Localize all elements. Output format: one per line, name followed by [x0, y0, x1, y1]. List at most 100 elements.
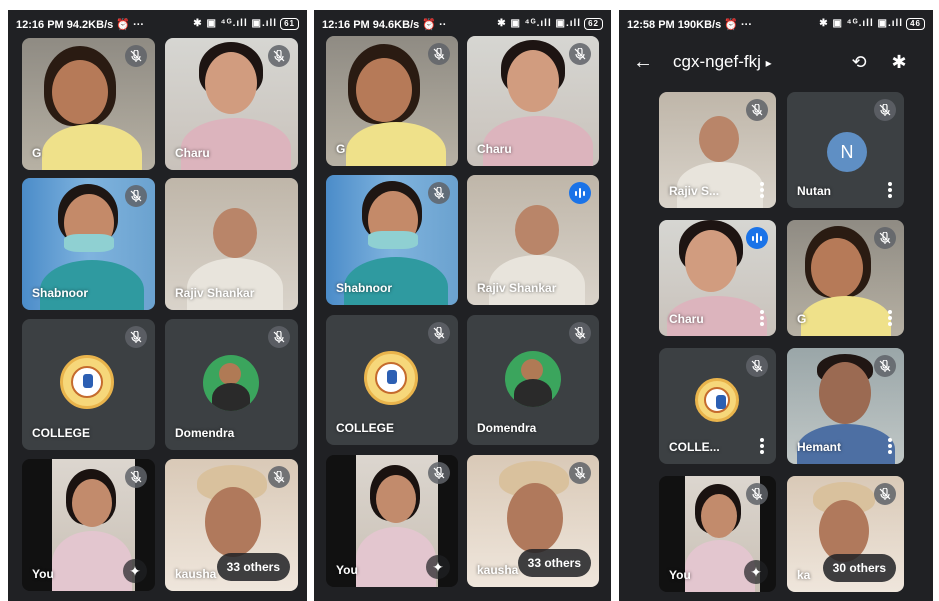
participant-tile-charu[interactable]: Charu	[659, 220, 776, 336]
avatar-initial: N	[827, 132, 867, 172]
speaking-indicator-icon	[569, 182, 591, 204]
status-icons-left: ⏰ ···	[116, 18, 145, 31]
mic-off-icon	[428, 462, 450, 484]
status-icons-left: ⏰ ··	[422, 18, 447, 31]
status-bar: 12:16 PM 94.2KB/s ⏰ ··· ✱ ▣ ⁴ᴳ.ıll ▣.ıll…	[8, 10, 307, 38]
more-options-icon[interactable]	[760, 438, 764, 454]
participant-name: ka	[797, 568, 811, 582]
college-logo	[364, 351, 418, 405]
participant-name: You	[32, 567, 54, 581]
participant-tile-college[interactable]: COLLEGE	[326, 315, 458, 445]
status-bar: 12:58 PM 190KB/s ⏰ ··· ✱ ▣ ⁴ᴳ.ıll ▣.ıll 4…	[619, 10, 933, 38]
battery-icon: 62	[584, 18, 603, 30]
participant-name: You	[669, 568, 691, 582]
participant-tile-college[interactable]: COLLE...	[659, 348, 776, 464]
participant-tile-ka[interactable]: ka 30 others	[787, 476, 904, 592]
more-options-icon[interactable]	[888, 310, 892, 326]
participant-name: kausha	[477, 563, 519, 577]
more-options-icon[interactable]	[760, 310, 764, 326]
participant-name: G	[32, 146, 42, 160]
participant-name: Charu	[477, 142, 512, 156]
mic-off-icon	[125, 45, 147, 67]
participant-name: You	[336, 563, 358, 577]
more-options-icon[interactable]	[760, 182, 764, 198]
others-count-badge[interactable]: 30 others	[822, 554, 896, 582]
meet-screen-2: 12:16 PM 94.6KB/s ⏰ ·· ✱ ▣ ⁴ᴳ.ıll ▣.ıll 6…	[314, 10, 611, 601]
mic-off-icon	[746, 99, 768, 121]
others-count-badge[interactable]: 33 others	[517, 549, 591, 577]
participant-tile-rajiv-shankar[interactable]: Rajiv Shankar	[165, 178, 298, 310]
participant-name: COLLEGE	[336, 421, 395, 435]
others-count-badge[interactable]: 33 others	[216, 553, 290, 581]
participant-tile-charu[interactable]: Charu	[467, 36, 599, 166]
status-speed: 190KB/s	[677, 18, 722, 31]
mic-off-icon	[569, 462, 591, 484]
mic-off-icon	[746, 483, 768, 505]
mic-off-icon	[125, 185, 147, 207]
mic-off-icon	[746, 355, 768, 377]
participant-tile-college[interactable]: COLLEGE	[22, 319, 155, 450]
switch-camera-icon[interactable]: ⟲	[839, 52, 879, 73]
more-options-icon[interactable]	[888, 438, 892, 454]
meeting-header: ← cgx-ngef-fkj ▸ ⟲ ✱	[619, 46, 933, 78]
participant-name: Shabnoor	[32, 286, 88, 300]
participant-tile-you[interactable]: ✦ You	[659, 476, 776, 592]
mic-off-icon	[428, 182, 450, 204]
mic-off-icon	[874, 355, 896, 377]
status-time: 12:58 PM	[627, 18, 675, 31]
status-icons-right: ✱ ▣ ⁴ᴳ.ıll ▣.ıll	[819, 18, 904, 29]
participant-name: Charu	[669, 312, 704, 326]
meet-screen-3: 12:58 PM 190KB/s ⏰ ··· ✱ ▣ ⁴ᴳ.ıll ▣.ıll 4…	[619, 10, 933, 601]
participant-tile-shabnoor[interactable]: Shabnoor	[22, 178, 155, 310]
status-speed: 94.6KB/s	[372, 18, 420, 31]
participant-tile-kausha[interactable]: kausha 33 others	[165, 459, 298, 591]
effects-sparkle-icon[interactable]: ✦	[426, 555, 450, 579]
participant-tile-domendra[interactable]: Domendra	[165, 319, 298, 450]
battery-icon: 61	[280, 18, 299, 30]
participant-tile-shabnoor[interactable]: Shabnoor	[326, 175, 458, 305]
meeting-code-text: cgx-ngef-fkj	[673, 52, 761, 71]
participant-name: G	[797, 312, 807, 326]
participant-name: COLLE...	[669, 440, 720, 454]
participant-tile-you[interactable]: ✦ You	[326, 455, 458, 587]
participant-name: Charu	[175, 146, 210, 160]
battery-icon: 46	[906, 18, 925, 30]
mic-off-icon	[569, 43, 591, 65]
participant-name: Nutan	[797, 184, 831, 198]
participant-name: COLLEGE	[32, 426, 91, 440]
college-logo	[695, 378, 739, 422]
college-logo	[60, 355, 114, 409]
participant-tile-kausha[interactable]: kausha 33 others	[467, 455, 599, 587]
more-options-icon[interactable]	[888, 182, 892, 198]
mic-off-icon	[569, 322, 591, 344]
status-icons-right: ✱ ▣ ⁴ᴳ.ıll ▣.ıll	[497, 18, 582, 29]
mic-off-icon	[268, 326, 290, 348]
mic-off-icon	[428, 322, 450, 344]
avatar	[203, 355, 259, 411]
participant-tile-charu[interactable]: Charu	[165, 38, 298, 170]
participant-name: kausha	[175, 567, 217, 581]
mic-off-icon	[268, 45, 290, 67]
mic-off-icon	[125, 466, 147, 488]
participant-tile-g[interactable]: G	[326, 36, 458, 166]
participant-tile-you[interactable]: ✦ You	[22, 459, 155, 591]
back-arrow-icon[interactable]: ←	[633, 51, 673, 74]
participant-name: Shabnoor	[336, 281, 392, 295]
status-time: 12:16 PM	[322, 18, 370, 31]
participant-name: Domendra	[477, 421, 537, 435]
participant-tile-rajiv-s[interactable]: Rajiv S...	[659, 92, 776, 208]
mic-off-icon	[874, 483, 896, 505]
mic-off-icon	[874, 227, 896, 249]
meeting-code[interactable]: cgx-ngef-fkj ▸	[673, 52, 839, 72]
participant-tile-g[interactable]: G	[22, 38, 155, 170]
effects-sparkle-icon[interactable]: ✦	[744, 560, 768, 584]
participant-tile-nutan[interactable]: N Nutan	[787, 92, 904, 208]
participant-tile-domendra[interactable]: Domendra	[467, 315, 599, 445]
speaking-indicator-icon	[746, 227, 768, 249]
participant-tile-hemant[interactable]: Hemant	[787, 348, 904, 464]
participant-tile-rajiv-shankar[interactable]: Rajiv Shankar	[467, 175, 599, 305]
effects-sparkle-icon[interactable]: ✦	[123, 559, 147, 583]
participant-tile-g[interactable]: G	[787, 220, 904, 336]
mic-off-icon	[428, 43, 450, 65]
bluetooth-audio-icon[interactable]: ✱	[879, 52, 919, 73]
